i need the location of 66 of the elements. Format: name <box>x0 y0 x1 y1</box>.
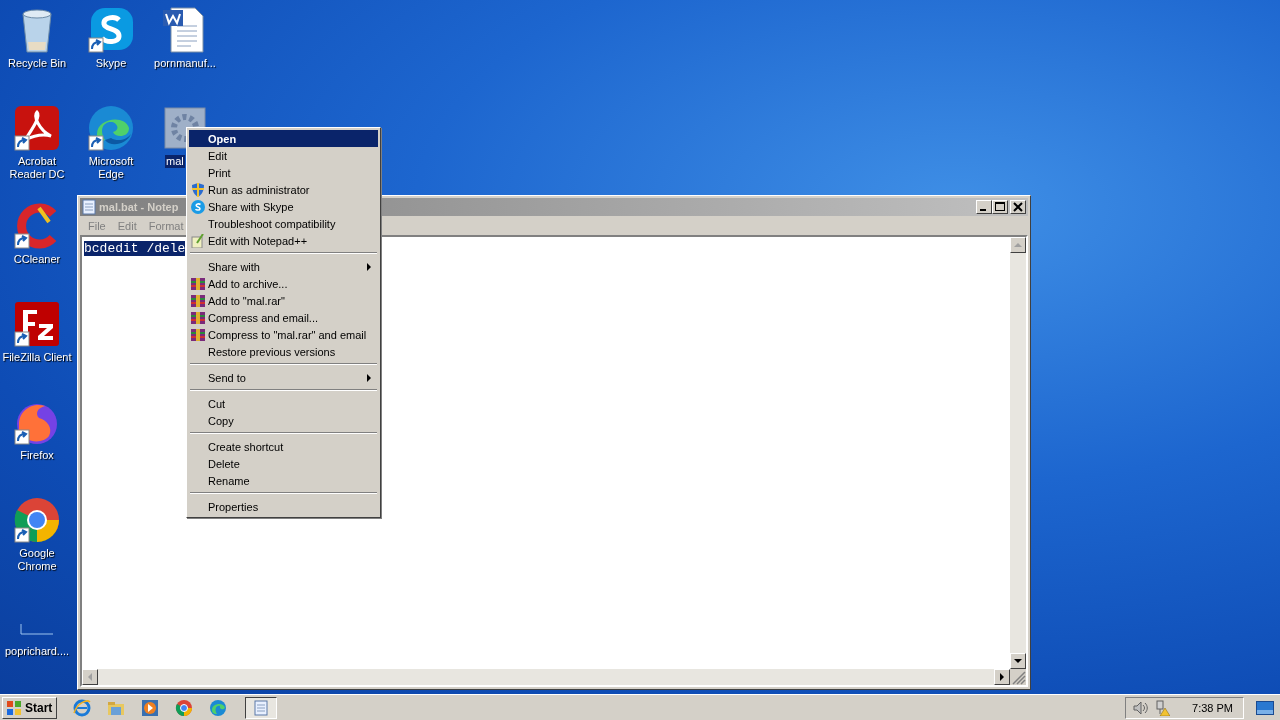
menu-item[interactable]: Troubleshoot compatibility <box>189 215 378 232</box>
menu-item[interactable]: Copy <box>189 412 378 429</box>
browser-e-icon[interactable] <box>73 698 92 717</box>
icon-label: Acrobat Reader DC <box>8 155 66 181</box>
menu-item[interactable]: Send to <box>189 369 378 386</box>
menu-item[interactable]: Edit <box>189 147 378 164</box>
notepad-icon <box>254 699 269 716</box>
icon-label: Google Chrome <box>16 547 58 573</box>
speaker-icon[interactable] <box>1132 699 1149 716</box>
taskbar-window-button[interactable] <box>245 696 278 719</box>
vertical-scrollbar[interactable] <box>1010 237 1026 669</box>
archive-icon <box>191 327 205 342</box>
fz-app-icon[interactable] <box>13 300 61 348</box>
chrome-icon[interactable] <box>13 496 61 544</box>
media-player-icon[interactable] <box>141 698 160 717</box>
archive-icon <box>191 293 205 308</box>
edge-icon[interactable] <box>87 104 135 152</box>
icon-label: Firefox <box>19 449 55 462</box>
shield-icon <box>191 182 205 197</box>
horizontal-scrollbar[interactable] <box>82 669 1010 685</box>
maximize-button[interactable] <box>992 200 1008 214</box>
menu-item[interactable]: Add to "mal.rar" <box>189 292 378 309</box>
menu-item[interactable]: Compress to "mal.rar" and email <box>189 326 378 343</box>
icon-label: Skype <box>94 57 128 70</box>
code-text: bcdedit /dele <box>84 241 186 256</box>
skype-icon <box>191 199 205 214</box>
close-button[interactable] <box>1010 200 1026 214</box>
notepad-icon <box>191 233 205 248</box>
notepad-icon <box>82 199 96 215</box>
chrome-icon[interactable] <box>175 698 194 717</box>
menu-item[interactable]: Restore previous versions <box>189 343 378 360</box>
clock[interactable]: 7:38 PM <box>1192 701 1233 714</box>
menu-item[interactable]: Run as administrator <box>189 181 378 198</box>
menu-item[interactable]: Print <box>189 164 378 181</box>
scroll-down-icon[interactable] <box>1014 657 1022 665</box>
skype-icon[interactable] <box>87 6 135 54</box>
icon-label: Microsoft Edge <box>87 155 135 181</box>
menu-item[interactable]: Share with <box>189 258 378 275</box>
menu-item[interactable]: Rename <box>189 472 378 489</box>
menu-item[interactable]: Open <box>189 130 378 147</box>
menu-item[interactable]: Create shortcut <box>189 438 378 455</box>
start-button[interactable]: Start <box>2 696 58 719</box>
resize-grip-icon[interactable] <box>1010 669 1026 685</box>
icon-label: Recycle Bin <box>6 57 68 70</box>
menu-item[interactable]: Compress and email... <box>189 309 378 326</box>
menu-item[interactable]: Properties <box>189 498 378 515</box>
menu-item[interactable]: Cut <box>189 395 378 412</box>
scroll-right-icon[interactable] <box>998 673 1006 681</box>
archive-icon <box>191 310 205 325</box>
icon-label: CCleaner <box>12 253 62 266</box>
maximize-icon <box>995 202 1005 212</box>
window-title: mal.bat - Notep <box>99 201 179 213</box>
minimize-button[interactable] <box>976 200 992 214</box>
icon-label: FileZilla Client <box>1 351 73 364</box>
pdf-app-icon[interactable] <box>13 104 61 152</box>
icon-label: poprichard.... <box>3 645 71 658</box>
menu-item[interactable]: Share with Skype <box>189 198 378 215</box>
archive-icon <box>191 276 205 291</box>
menu-item[interactable]: Add to archive... <box>189 275 378 292</box>
menu-item[interactable]: Delete <box>189 455 378 472</box>
four-squares-icon <box>5 699 23 716</box>
minimize-icon <box>980 208 986 211</box>
icon-label: pornmanuf... <box>153 57 217 70</box>
close-icon <box>1013 202 1023 212</box>
show-desktop-icon[interactable] <box>1256 700 1274 715</box>
icon-label: mal <box>165 155 185 168</box>
